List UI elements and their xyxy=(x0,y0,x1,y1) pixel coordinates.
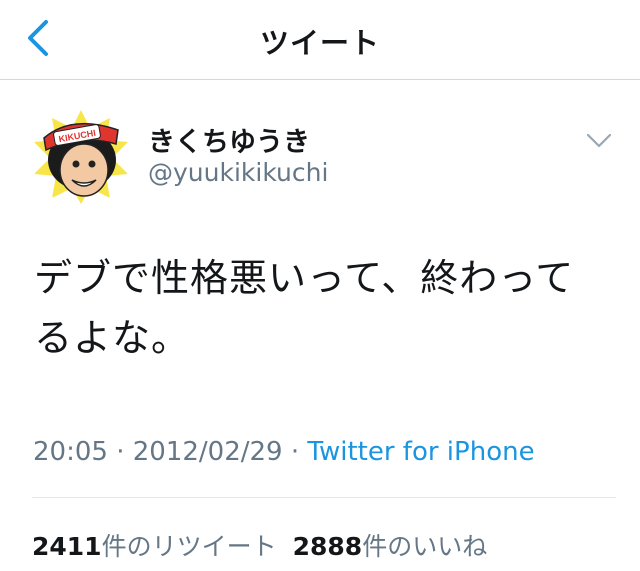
retweet-count: 2411 xyxy=(32,532,102,561)
like-count: 2888 xyxy=(292,532,363,561)
meta-separator: · xyxy=(282,437,308,467)
retweets-stat[interactable]: 2411件のリツイート xyxy=(32,532,277,561)
tweet-stats: 2411件のリツイート 2888件のいいね xyxy=(32,527,487,563)
tweet-source-link[interactable]: Twitter for iPhone xyxy=(307,437,534,467)
tweet-header: KIKUCHI きくちゆうき @yuukikikuchi xyxy=(32,108,612,208)
meta-separator: · xyxy=(107,437,133,467)
tweet-text: デブで性格悪いって、終わって るよな。 xyxy=(34,248,614,368)
tweet-metadata: 20:05 · 2012/02/29 · Twitter for iPhone xyxy=(33,437,535,467)
tweet-text-line: るよな。 xyxy=(34,316,191,360)
avatar[interactable]: KIKUCHI xyxy=(32,108,130,206)
tweet-date: 2012/02/29 xyxy=(132,437,283,467)
retweet-label: 件のリツイート xyxy=(101,532,277,561)
author-display-name[interactable]: きくちゆうき xyxy=(148,120,310,159)
divider xyxy=(32,497,616,498)
likes-stat[interactable]: 2888件のいいね xyxy=(293,532,488,561)
tweet-time: 20:05 xyxy=(33,437,108,467)
navigation-bar: ツイート xyxy=(0,0,640,80)
author-handle[interactable]: @yuukikikuchi xyxy=(148,158,328,187)
chevron-down-icon[interactable] xyxy=(586,132,612,150)
like-label: 件のいいね xyxy=(362,532,488,561)
tweet-text-line: デブで性格悪いって、終わって xyxy=(34,256,575,300)
avatar-image: KIKUCHI xyxy=(32,108,130,206)
page-title: ツイート xyxy=(259,26,380,60)
